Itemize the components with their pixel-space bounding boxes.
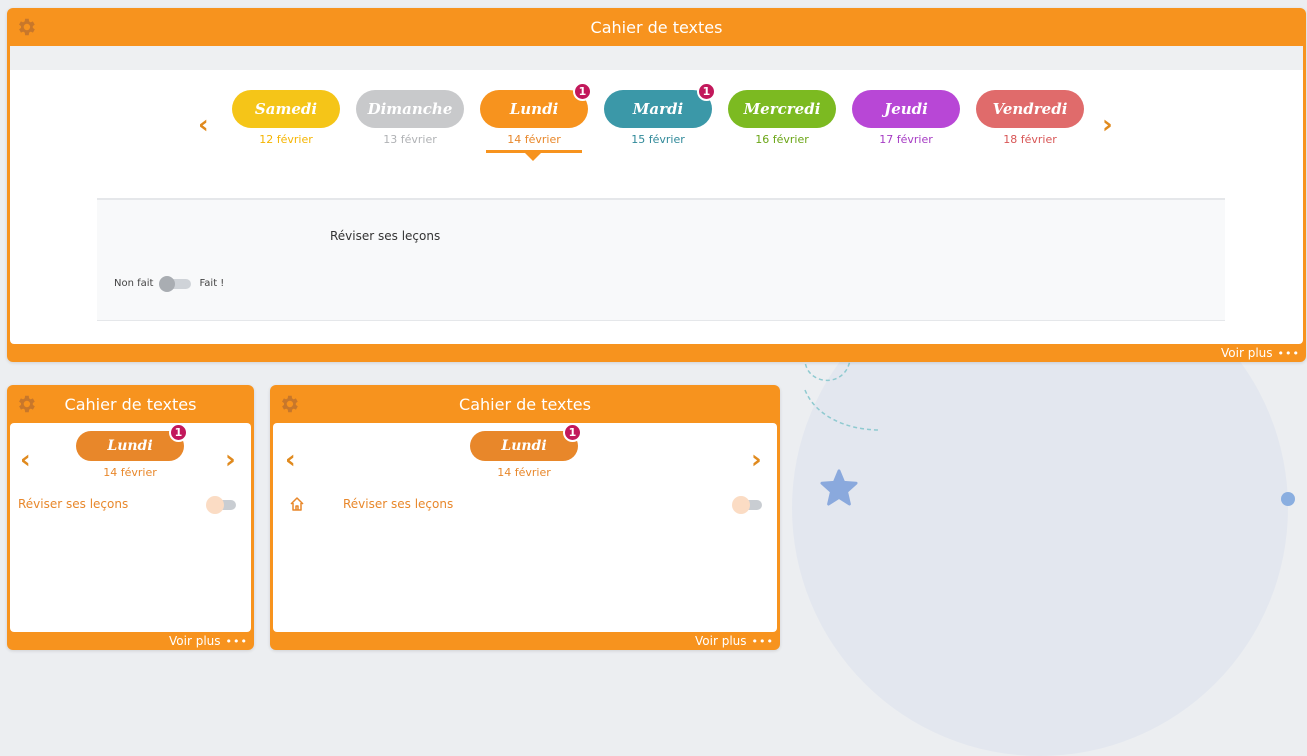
homework-widget-medium: Cahier de textes ‹ Lundi 1 14 février › … xyxy=(270,385,780,650)
day-label: Lundi xyxy=(509,100,559,118)
day-tab-jeudi[interactable]: Jeudi 17 février xyxy=(852,90,960,146)
gear-icon[interactable] xyxy=(278,393,300,415)
voir-plus-label: Voir plus xyxy=(695,634,747,648)
chevron-left-icon[interactable]: ‹ xyxy=(20,447,31,473)
day-tab-vendredi[interactable]: Vendredi 18 février xyxy=(976,90,1084,146)
widget-body: ‹ Samedi 12 février Dimanche 13 février … xyxy=(10,46,1303,344)
day-pill: Mardi 1 xyxy=(604,82,716,128)
voir-plus-link[interactable]: Voir plus ••• xyxy=(695,632,774,650)
day-label: Lundi xyxy=(501,438,547,454)
notification-badge: 1 xyxy=(563,423,582,442)
done-toggle-row: Non fait Fait ! xyxy=(114,275,225,292)
task-title: Réviser ses leçons xyxy=(330,229,441,243)
day-tab-mardi[interactable]: Mardi 1 15 février xyxy=(604,82,716,146)
homework-detail: Réviser ses leçons Non fait Fait ! xyxy=(97,198,1225,321)
dot-decoration xyxy=(1281,492,1295,506)
voir-plus-link[interactable]: Voir plus ••• xyxy=(1221,344,1300,362)
header-band xyxy=(10,46,1303,70)
day-tab-dimanche[interactable]: Dimanche 13 février xyxy=(356,90,464,146)
voir-plus-label: Voir plus xyxy=(1221,346,1273,360)
widget-title: Cahier de textes xyxy=(64,394,197,414)
task-link[interactable]: Réviser ses leçons xyxy=(343,497,453,511)
dashed-path-decoration xyxy=(804,356,881,431)
day-pill: Vendredi xyxy=(976,90,1084,128)
toggle-knob xyxy=(159,275,176,292)
chevron-right-icon[interactable]: › xyxy=(225,447,236,473)
notification-badge: 1 xyxy=(169,423,188,442)
toggle-off-label: Non fait xyxy=(114,278,154,289)
day-date: 13 février xyxy=(383,133,437,146)
day-pill: Lundi 1 xyxy=(480,82,592,128)
day-pill-lundi[interactable]: Lundi 1 xyxy=(76,423,188,461)
more-dots-icon: ••• xyxy=(751,634,774,648)
gear-icon[interactable] xyxy=(15,16,37,38)
star-decoration xyxy=(820,469,858,506)
notification-badge: 1 xyxy=(697,82,716,101)
widget-title: Cahier de textes xyxy=(459,394,591,414)
day-date: 14 février xyxy=(103,466,157,479)
home-icon xyxy=(290,497,304,511)
day-date: 15 février xyxy=(631,133,685,146)
more-dots-icon: ••• xyxy=(1277,346,1300,360)
widget-header: Cahier de textes xyxy=(7,385,254,423)
widget-header: Cahier de textes xyxy=(270,385,780,423)
homework-widget-small: Cahier de textes ‹ Lundi 1 14 février › … xyxy=(7,385,254,650)
voir-plus-link[interactable]: Voir plus ••• xyxy=(169,632,248,650)
toggle-on-label: Fait ! xyxy=(199,278,225,289)
more-dots-icon: ••• xyxy=(225,634,248,648)
day-pill: Dimanche xyxy=(356,90,464,128)
done-toggle[interactable] xyxy=(732,496,762,514)
day-pill-lundi[interactable]: Lundi 1 xyxy=(470,423,582,461)
day-tab-samedi[interactable]: Samedi 12 février xyxy=(232,90,340,146)
day-label: Lundi xyxy=(107,438,153,454)
toggle-knob xyxy=(732,496,750,514)
notification-badge: 1 xyxy=(573,82,592,101)
widget-body: ‹ Lundi 1 14 février › Réviser ses leçon… xyxy=(273,423,777,632)
done-toggle[interactable] xyxy=(206,496,236,514)
day-tab-mercredi[interactable]: Mercredi 16 février xyxy=(728,90,836,146)
day-date: 18 février xyxy=(1003,133,1057,146)
day-pill: Mercredi xyxy=(728,90,836,128)
toggle-knob xyxy=(206,496,224,514)
day-date: 14 février xyxy=(507,133,561,146)
homework-widget-main: Cahier de textes ‹ Samedi 12 février Dim… xyxy=(7,8,1306,362)
gear-icon[interactable] xyxy=(15,393,37,415)
chevron-left-icon[interactable]: ‹ xyxy=(285,447,296,473)
voir-plus-label: Voir plus xyxy=(169,634,221,648)
day-pill: Jeudi xyxy=(852,90,960,128)
day-tab-lundi[interactable]: Lundi 1 14 février xyxy=(480,82,592,146)
day-date: 16 février xyxy=(755,133,809,146)
day-label: Mardi xyxy=(632,100,684,118)
day-date: 14 février xyxy=(497,466,551,479)
widget-header: Cahier de textes xyxy=(7,8,1306,46)
day-date: 12 février xyxy=(259,133,313,146)
task-link[interactable]: Réviser ses leçons xyxy=(18,497,128,511)
chevron-right-icon[interactable]: › xyxy=(1102,112,1113,138)
chevron-right-icon[interactable]: › xyxy=(751,447,762,473)
chevron-left-icon[interactable]: ‹ xyxy=(198,112,209,138)
day-date: 17 février xyxy=(879,133,933,146)
widget-title: Cahier de textes xyxy=(590,17,723,37)
selected-day-caret xyxy=(524,152,542,161)
done-toggle[interactable] xyxy=(159,275,192,292)
widget-body: ‹ Lundi 1 14 février › Réviser ses leçon… xyxy=(10,423,251,632)
day-pill: Samedi xyxy=(232,90,340,128)
